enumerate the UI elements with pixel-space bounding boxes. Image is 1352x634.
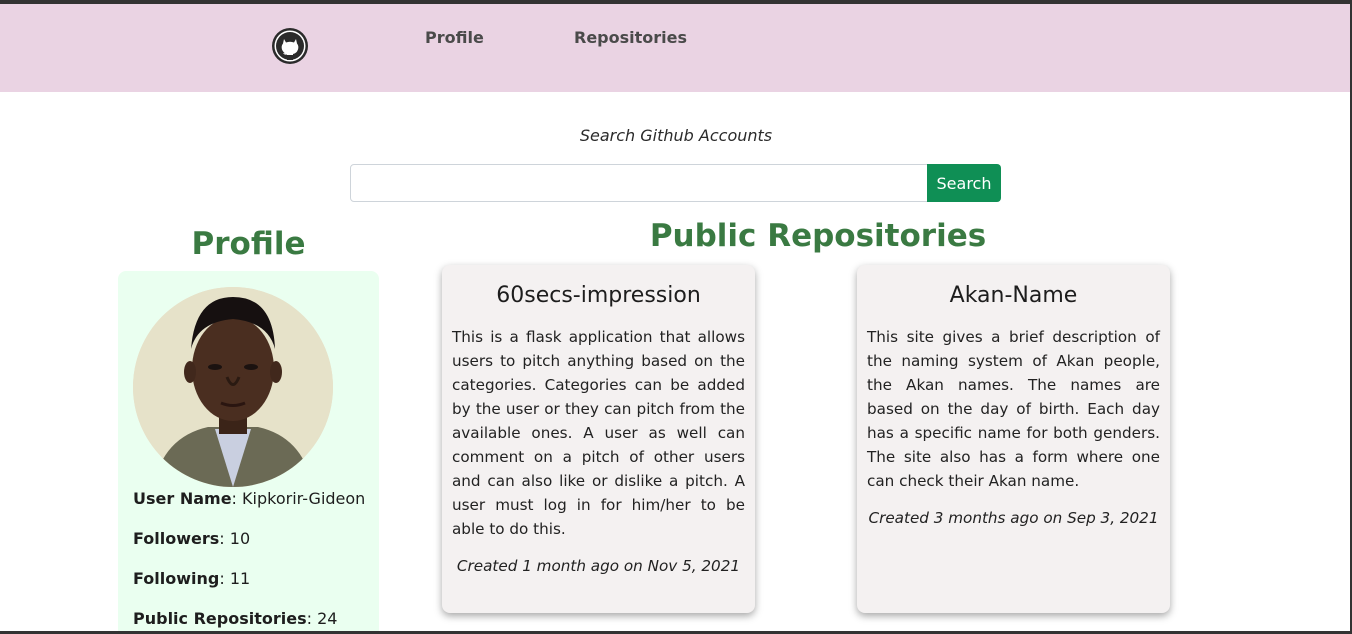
- user-name-value: Kipkorir-Gideon: [242, 489, 366, 508]
- profile-card: User Name: Kipkorir-Gideon Followers: 10…: [118, 271, 379, 634]
- followers-label: Followers: [133, 529, 220, 548]
- repo-card[interactable]: Akan-Name This site gives a brief descri…: [857, 265, 1170, 613]
- public-repos-row: Public Repositories: 24: [133, 609, 338, 628]
- following-row: Following: 11: [133, 569, 251, 588]
- repo-created-date: Created 1 month ago on Nov 5, 2021: [456, 557, 741, 575]
- public-repos-label: Public Repositories: [133, 609, 307, 628]
- profile-heading: Profile: [191, 226, 306, 262]
- user-name-label: User Name: [133, 489, 232, 508]
- repo-name[interactable]: 60secs-impression: [452, 283, 745, 315]
- following-value: 11: [229, 569, 251, 588]
- github-icon[interactable]: [271, 27, 309, 65]
- search-input[interactable]: [350, 164, 928, 202]
- navbar: Profile Repositories: [0, 4, 1350, 92]
- search-button[interactable]: Search: [927, 164, 1001, 202]
- search-caption: Search Github Accounts: [579, 126, 773, 145]
- nav-link-repositories[interactable]: Repositories: [574, 28, 687, 47]
- avatar: [133, 287, 333, 487]
- repo-created-date: Created 3 months ago on Sep 3, 2021: [868, 509, 1159, 527]
- repositories-heading: Public Repositories: [649, 218, 987, 254]
- repo-description: This is a flask application that allows …: [452, 328, 745, 538]
- following-label: Following: [133, 569, 220, 588]
- user-name-row: User Name: Kipkorir-Gideon: [133, 489, 366, 508]
- public-repos-value: 24: [317, 609, 338, 628]
- repo-card[interactable]: 60secs-impression This is a flask applic…: [442, 265, 755, 613]
- repo-name[interactable]: Akan-Name: [867, 283, 1160, 315]
- repo-description: This site gives a brief description of t…: [867, 328, 1160, 490]
- followers-row: Followers: 10: [133, 529, 251, 548]
- followers-value: 10: [229, 529, 251, 548]
- nav-link-profile[interactable]: Profile: [425, 28, 484, 47]
